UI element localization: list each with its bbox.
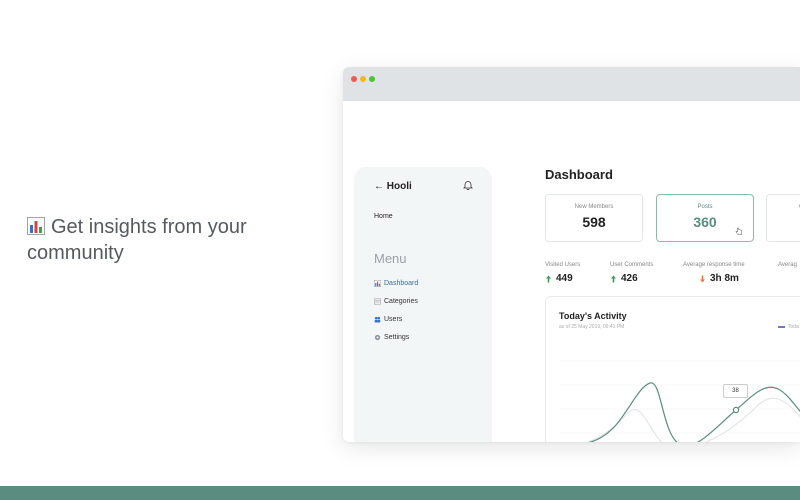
brand-name: Hooli <box>386 181 412 192</box>
stat-visited-users: Visited Users 449 <box>545 262 580 284</box>
stat-label: Averag <box>778 262 797 268</box>
browser-window: ← Hooli Home Menu Dashboard Categories U… <box>343 67 800 442</box>
arrow-down-icon <box>700 275 705 282</box>
stat-card-partial[interactable]: C <box>766 194 800 242</box>
activity-title: Today's Activity <box>559 311 627 321</box>
sidebar: ← Hooli Home Menu Dashboard Categories U… <box>354 167 492 442</box>
sidebar-item-label: Dashboard <box>384 280 419 287</box>
sidebar-item-dashboard[interactable]: Dashboard <box>374 280 418 287</box>
stat-value: 449 <box>556 273 573 284</box>
sidebar-item-label: Settings <box>384 334 410 341</box>
browser-titlebar <box>343 67 800 101</box>
chart-tooltip: 38 <box>723 384 748 398</box>
users-icon <box>374 316 381 323</box>
series-line-secondary <box>586 398 800 442</box>
activity-panel: Today's Activity as of 25 May 2019, 09:4… <box>545 296 800 442</box>
footer-band <box>0 486 800 500</box>
home-link[interactable]: Home <box>374 213 393 220</box>
hand-cursor-icon <box>735 227 743 235</box>
bar-chart-icon <box>374 280 381 287</box>
sidebar-item-users[interactable]: Users <box>374 316 402 323</box>
gear-icon <box>374 334 381 341</box>
menu-title: Menu <box>374 251 407 266</box>
headline: Get insights from your community <box>27 214 287 266</box>
categories-icon <box>374 298 381 305</box>
arrow-up-icon <box>611 275 616 282</box>
activity-subtitle: as of 25 May 2019, 09:41 PM <box>559 324 625 330</box>
arrow-up-icon <box>546 275 551 282</box>
headline-line2: community <box>27 242 124 264</box>
stat-average-response-time: Average response time 3h 8m <box>683 262 745 284</box>
chart-legend: Toda <box>778 324 799 330</box>
close-window-button[interactable] <box>351 76 357 82</box>
stat-value: 426 <box>621 273 638 284</box>
stat-value: 3h 8m <box>710 273 739 284</box>
bell-icon[interactable] <box>463 180 473 190</box>
legend-swatch <box>778 326 785 328</box>
card-label: New Members <box>574 204 614 210</box>
maximize-window-button[interactable] <box>369 76 375 82</box>
legend-label: Toda <box>788 324 799 330</box>
highlight-point <box>732 406 740 414</box>
sidebar-item-categories[interactable]: Categories <box>374 298 418 305</box>
stat-user-comments: User Comments 426 <box>610 262 653 284</box>
card-label: Posts <box>697 204 713 210</box>
stat-label: Visited Users <box>545 262 581 268</box>
stat-card-posts[interactable]: Posts 360 <box>656 194 754 242</box>
headline-line1: Get insights from your <box>51 216 247 238</box>
sidebar-item-label: Categories <box>384 298 418 305</box>
stat-label: Average response time <box>683 262 745 268</box>
stat-partial: Averag <box>778 262 797 268</box>
stat-card-new-members[interactable]: New Members 598 <box>545 194 643 242</box>
brand[interactable]: ← Hooli <box>374 181 412 192</box>
stat-label: User Comments <box>610 262 654 268</box>
bar-chart-icon <box>27 217 45 235</box>
sidebar-item-label: Users <box>384 316 403 323</box>
page-title: Dashboard <box>545 167 613 182</box>
minimize-window-button[interactable] <box>360 76 366 82</box>
sidebar-item-settings[interactable]: Settings <box>374 334 409 341</box>
card-value: 598 <box>582 214 606 230</box>
